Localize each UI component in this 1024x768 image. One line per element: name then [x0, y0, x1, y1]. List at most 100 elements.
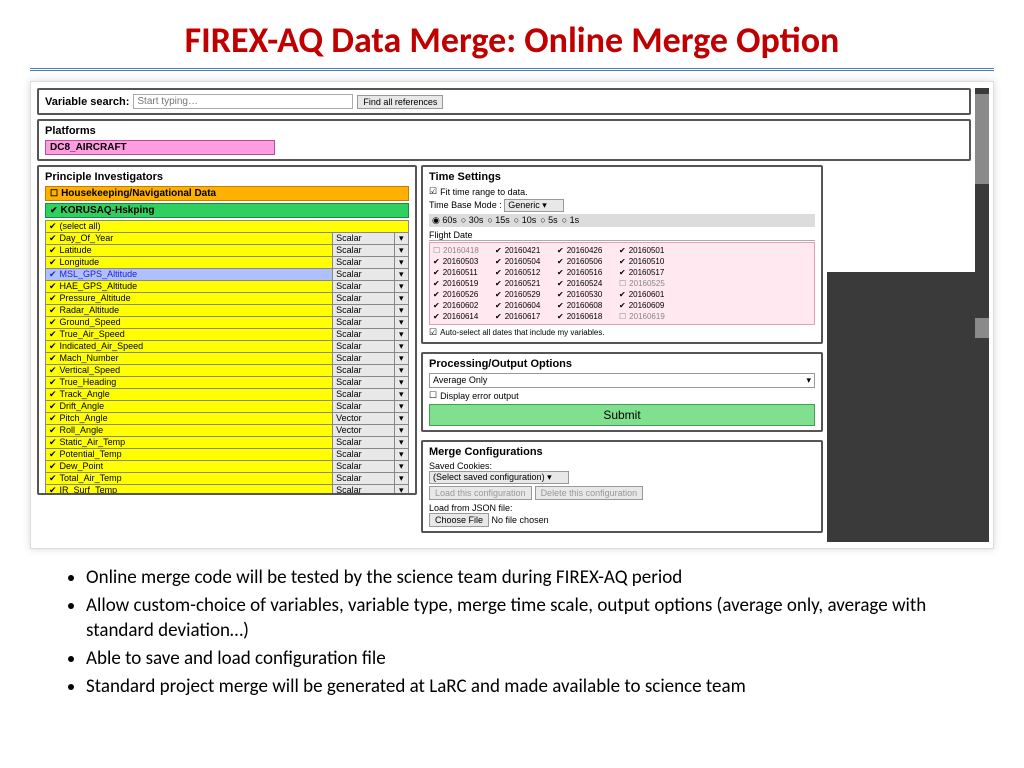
chevron-down-icon[interactable]: ▾: [394, 293, 408, 305]
chevron-down-icon[interactable]: ▾: [394, 473, 408, 485]
flight-date-item[interactable]: ✔20160421: [495, 245, 557, 256]
time-scale-option[interactable]: ◉ 60s: [432, 215, 457, 225]
flight-date-item[interactable]: ✔20160526: [433, 289, 495, 300]
flight-date-item[interactable]: ✔20160604: [495, 300, 557, 311]
variable-row[interactable]: ✔True_Air_SpeedScalar▾: [46, 329, 409, 341]
variable-row[interactable]: ✔MSL_GPS_AltitudeScalar▾: [46, 269, 409, 281]
chevron-down-icon[interactable]: ▾: [394, 437, 408, 449]
chevron-down-icon[interactable]: ▾: [394, 281, 408, 293]
find-references-button[interactable]: Find all references: [357, 95, 443, 109]
choose-file-button[interactable]: Choose File: [429, 513, 489, 527]
variable-search-input[interactable]: [133, 94, 353, 109]
flight-date-item[interactable]: ✔20160511: [433, 267, 495, 278]
flight-date-item[interactable]: ✔20160608: [557, 300, 619, 311]
flight-date-item[interactable]: ☐20160619: [619, 311, 681, 322]
pi-group-housekeeping[interactable]: ☐Housekeeping/Navigational Data: [45, 186, 409, 201]
auto-select-checkbox[interactable]: ☑: [429, 327, 437, 338]
flight-date-item[interactable]: ☐20160525: [619, 278, 681, 289]
chevron-down-icon[interactable]: ▾: [394, 401, 408, 413]
variable-row[interactable]: ✔Potential_TempScalar▾: [46, 449, 409, 461]
time-scale-option[interactable]: ○ 5s: [540, 215, 557, 225]
variable-row[interactable]: ✔HAE_GPS_AltitudeScalar▾: [46, 281, 409, 293]
chevron-down-icon[interactable]: ▾: [394, 413, 408, 425]
bullet-item: Online merge code will be tested by the …: [86, 565, 954, 591]
variable-row[interactable]: ✔Indicated_Air_SpeedScalar▾: [46, 341, 409, 353]
saved-config-select[interactable]: (Select saved configuration) ▾: [429, 471, 569, 484]
flight-date-item[interactable]: ✔20160529: [495, 289, 557, 300]
flight-date-item[interactable]: ✔20160614: [433, 311, 495, 322]
flight-date-item[interactable]: ✔20160601: [619, 289, 681, 300]
variable-row[interactable]: ✔Vertical_SpeedScalar▾: [46, 365, 409, 377]
chevron-down-icon[interactable]: ▾: [394, 257, 408, 269]
chevron-down-icon[interactable]: ▾: [394, 485, 408, 496]
variable-row[interactable]: ✔Total_Air_TempScalar▾: [46, 473, 409, 485]
chevron-down-icon[interactable]: ▾: [394, 353, 408, 365]
variable-row[interactable]: ✔Radar_AltitudeScalar▾: [46, 305, 409, 317]
chevron-down-icon[interactable]: ▾: [394, 305, 408, 317]
flight-date-item[interactable]: ✔20160503: [433, 256, 495, 267]
flight-date-item[interactable]: ✔20160617: [495, 311, 557, 322]
variable-row[interactable]: ✔Day_Of_YearScalar▾: [46, 233, 409, 245]
variable-row[interactable]: ✔Track_AngleScalar▾: [46, 389, 409, 401]
flight-date-item[interactable]: ✔20160516: [557, 267, 619, 278]
vertical-scrollbar[interactable]: [975, 88, 989, 542]
variable-row[interactable]: ✔Mach_NumberScalar▾: [46, 353, 409, 365]
flight-date-item[interactable]: ✔20160521: [495, 278, 557, 289]
platform-chip[interactable]: DC8_AIRCRAFT: [45, 140, 275, 155]
error-output-checkbox[interactable]: ☐: [429, 390, 437, 401]
select-all-row[interactable]: ✔(select all): [46, 221, 409, 233]
time-scale-option[interactable]: ○ 1s: [562, 215, 579, 225]
flight-date-item[interactable]: ✔20160512: [495, 267, 557, 278]
background-dark: [827, 272, 975, 542]
scroll-thumb[interactable]: [975, 94, 989, 184]
variable-row[interactable]: ✔LongitudeScalar▾: [46, 257, 409, 269]
variable-row[interactable]: ✔True_HeadingScalar▾: [46, 377, 409, 389]
flight-date-item[interactable]: ✔20160426: [557, 245, 619, 256]
variable-row[interactable]: ✔Roll_AngleVector▾: [46, 425, 409, 437]
time-scale-option[interactable]: ○ 10s: [514, 215, 536, 225]
chevron-down-icon[interactable]: ▾: [394, 329, 408, 341]
processing-mode-select[interactable]: Average Only▾: [429, 373, 815, 388]
load-config-button[interactable]: Load this configuration: [429, 486, 532, 500]
delete-config-button[interactable]: Delete this configuration: [535, 486, 644, 500]
variable-row[interactable]: ✔Static_Air_TempScalar▾: [46, 437, 409, 449]
chevron-down-icon[interactable]: ▾: [394, 365, 408, 377]
variable-row[interactable]: ✔Dew_PointScalar▾: [46, 461, 409, 473]
flight-date-item[interactable]: ✔20160602: [433, 300, 495, 311]
chevron-down-icon[interactable]: ▾: [394, 449, 408, 461]
pi-group-korusaq[interactable]: ✔KORUSAQ-Hskping: [45, 203, 409, 218]
chevron-down-icon[interactable]: ▾: [394, 269, 408, 281]
chevron-down-icon[interactable]: ▾: [394, 245, 408, 257]
flight-date-item[interactable]: ✔20160519: [433, 278, 495, 289]
chevron-down-icon[interactable]: ▾: [394, 317, 408, 329]
fit-checkbox[interactable]: ☑: [429, 186, 437, 197]
scroll-thumb[interactable]: [975, 318, 989, 338]
variable-row[interactable]: ✔Pitch_AngleVector▾: [46, 413, 409, 425]
flight-date-item[interactable]: ✔20160501: [619, 245, 681, 256]
flight-date-item[interactable]: ✔20160618: [557, 311, 619, 322]
time-scale-option[interactable]: ○ 15s: [487, 215, 509, 225]
flight-date-item[interactable]: ✔20160524: [557, 278, 619, 289]
flight-date-item[interactable]: ✔20160504: [495, 256, 557, 267]
time-base-mode-select[interactable]: Generic ▾: [504, 199, 564, 212]
variable-row[interactable]: ✔LatitudeScalar▾: [46, 245, 409, 257]
flight-date-item[interactable]: ✔20160510: [619, 256, 681, 267]
variable-row[interactable]: ✔Pressure_AltitudeScalar▾: [46, 293, 409, 305]
variable-row[interactable]: ✔IR_Surf_TempScalar▾: [46, 485, 409, 496]
submit-button[interactable]: Submit: [429, 404, 815, 426]
flight-date-item[interactable]: ✔20160517: [619, 267, 681, 278]
chevron-down-icon[interactable]: ▾: [394, 461, 408, 473]
chevron-down-icon[interactable]: ▾: [394, 377, 408, 389]
variable-row[interactable]: ✔Drift_AngleScalar▾: [46, 401, 409, 413]
flight-date-item[interactable]: ✔20160530: [557, 289, 619, 300]
flight-date-item[interactable]: ✔20160609: [619, 300, 681, 311]
time-scale-option[interactable]: ○ 30s: [461, 215, 483, 225]
flight-date-item[interactable]: ✔20160506: [557, 256, 619, 267]
bullet-item: Standard project merge will be generated…: [86, 674, 954, 700]
chevron-down-icon[interactable]: ▾: [394, 233, 408, 245]
chevron-down-icon[interactable]: ▾: [394, 425, 408, 437]
variable-row[interactable]: ✔Ground_SpeedScalar▾: [46, 317, 409, 329]
flight-date-item[interactable]: ☐20160418: [433, 245, 495, 256]
chevron-down-icon[interactable]: ▾: [394, 389, 408, 401]
chevron-down-icon[interactable]: ▾: [394, 341, 408, 353]
